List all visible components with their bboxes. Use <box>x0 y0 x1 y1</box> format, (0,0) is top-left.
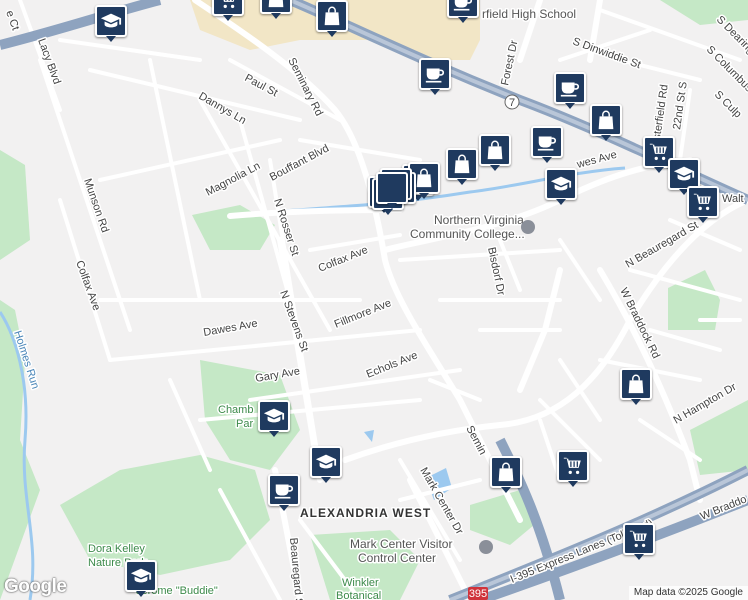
map-marker-school[interactable] <box>545 168 577 205</box>
map-marker-store[interactable] <box>446 148 478 185</box>
school-icon <box>130 565 152 587</box>
cart-icon <box>562 455 584 477</box>
park-area <box>660 0 748 25</box>
label-park: Par <box>236 418 253 430</box>
map-marker-store[interactable] <box>316 0 348 37</box>
google-logo: Google <box>4 576 67 597</box>
cart-icon <box>628 528 650 550</box>
map-marker-school[interactable] <box>95 5 127 42</box>
map-marker-school[interactable] <box>125 560 157 597</box>
map-marker-cafe[interactable] <box>554 72 586 109</box>
map-marker-store[interactable] <box>620 368 652 405</box>
label-s-culp: S Culp <box>712 89 744 121</box>
label-nvcc-line1: Northern Virginia <box>434 213 524 227</box>
bag-icon <box>625 373 647 395</box>
coffee-icon <box>559 77 581 99</box>
label-dawes-ave-west: Dawes Ave <box>202 318 258 339</box>
college-poi-icon <box>521 220 535 234</box>
map-marker-store[interactable] <box>590 104 622 141</box>
map-marker-cafe[interactable] <box>531 126 563 163</box>
label-control-center: Control Center <box>358 551 436 565</box>
map-marker-cafe[interactable] <box>447 0 479 23</box>
map-marker-school[interactable] <box>258 400 290 437</box>
bag-icon <box>321 5 343 27</box>
map-marker-store[interactable] <box>479 134 511 171</box>
map-marker-shopping[interactable] <box>557 450 589 487</box>
i395-label: 395 <box>469 588 487 600</box>
cart-icon <box>692 191 714 213</box>
label-chamb: Chamb <box>218 404 253 416</box>
bag-icon <box>595 109 617 131</box>
school-icon <box>550 173 572 195</box>
park-area <box>0 150 30 260</box>
label-high-school: rfield High School <box>482 7 576 21</box>
coffee-icon <box>452 0 474 13</box>
label-winkler: Winkler <box>342 577 379 589</box>
coffee-icon <box>424 63 446 85</box>
bag-icon <box>413 167 435 189</box>
school-icon <box>315 451 337 473</box>
map-marker-store[interactable] <box>260 0 292 19</box>
school-icon <box>263 405 285 427</box>
map-marker-cafe[interactable] <box>268 474 300 511</box>
label-botanical: Botanical <box>336 590 381 600</box>
label-walt: Walt <box>722 193 744 205</box>
label-dora-kelley: Dora Kelley <box>88 543 145 555</box>
map-marker-school[interactable] <box>310 446 342 483</box>
coffee-icon <box>273 479 295 501</box>
label-bouffant-blvd: Bouffant Blvd <box>268 142 331 183</box>
label-nvcc-line2: Community College... <box>410 227 525 241</box>
map-marker-cafe[interactable] <box>419 58 451 95</box>
map-attribution[interactable]: Map data ©2025 Google <box>628 586 748 600</box>
bag-icon <box>265 0 287 9</box>
bag-icon <box>484 139 506 161</box>
cart-icon <box>648 141 670 163</box>
bag-icon <box>495 461 517 483</box>
map-marker-cluster[interactable] <box>376 172 408 209</box>
coffee-icon <box>536 131 558 153</box>
school-icon <box>100 10 122 32</box>
label-forest-dr: Forest Dr <box>499 39 520 87</box>
label-beauregard-st: Beauregard St <box>287 537 305 600</box>
school-icon <box>673 163 695 185</box>
map[interactable]: 7 395 Lacy Blvd e Ct Paul St Seminary Rd… <box>0 0 748 600</box>
label-ct: e Ct <box>3 9 21 32</box>
label-alexandria-west: ALEXANDRIA WEST <box>300 506 431 520</box>
label-chesterfield: sterfield Rd <box>651 84 671 141</box>
label-fillmore-ave: Fillmore Ave <box>333 297 393 331</box>
map-marker-shopping[interactable] <box>212 0 244 21</box>
map-marker-shopping[interactable] <box>623 523 655 560</box>
map-marker-store[interactable] <box>490 456 522 493</box>
route-7-label: 7 <box>509 97 515 109</box>
bag-icon <box>451 153 473 175</box>
visitor-center-poi-icon <box>479 540 493 554</box>
pond <box>364 430 374 442</box>
label-seminary-rd: Seminary Rd <box>285 56 325 118</box>
map-marker-shopping[interactable] <box>687 186 719 223</box>
map-base: 7 395 Lacy Blvd e Ct Paul St Seminary Rd… <box>0 0 748 600</box>
label-mark-center-visitor: Mark Center Visitor <box>350 537 452 551</box>
cart-icon <box>217 0 239 11</box>
label-colfax-ave-west: Colfax Ave <box>73 259 102 312</box>
